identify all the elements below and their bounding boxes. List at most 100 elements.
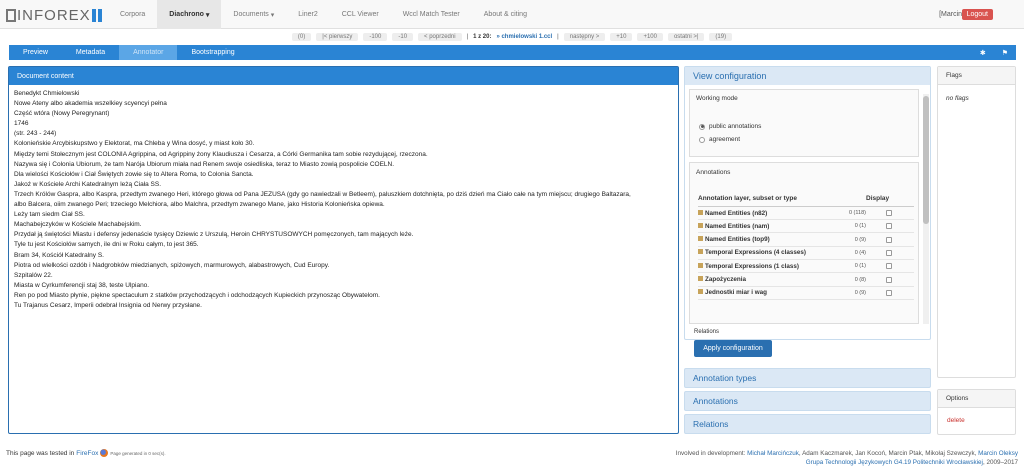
delete-link[interactable]: delete: [938, 408, 1015, 433]
nav-liner2[interactable]: Liner2: [286, 0, 329, 29]
expand-plus-icon[interactable]: [698, 289, 703, 295]
annotation-layer-label: Named Entities (n82): [698, 209, 838, 217]
apply-configuration-button[interactable]: Apply configuration: [694, 340, 772, 357]
display-checkbox[interactable]: [886, 263, 892, 270]
annotation-layer-row[interactable]: Named Entities (top9) 0 (9): [698, 234, 914, 247]
display-checkbox[interactable]: [886, 223, 892, 230]
document-line[interactable]: Kolonieńskie Arcybiskupstwo y Elektorat,…: [14, 139, 673, 149]
radio-icon[interactable]: [699, 136, 705, 143]
tab-metadata[interactable]: Metadata: [62, 45, 119, 60]
document-line[interactable]: Tyle tu jest Kościołów samych, ile dni w…: [14, 240, 673, 250]
document-line[interactable]: Dla wielości Kościołów i Ciał Świętych z…: [14, 170, 673, 180]
scrollbar-thumb[interactable]: [923, 96, 929, 224]
document-line[interactable]: Piotra od wielkości ozdób i Nadgrobków m…: [14, 261, 673, 271]
tested-text: This page was tested in: [6, 449, 75, 457]
display-checkbox[interactable]: [886, 210, 892, 216]
nav-about[interactable]: About & citing: [472, 0, 539, 29]
expand-plus-icon[interactable]: [698, 276, 703, 281]
tab-preview[interactable]: Preview: [9, 45, 62, 60]
annotation-layer-row[interactable]: Zapożyczenia 0 (8): [698, 274, 914, 287]
tab-bootstrapping[interactable]: Bootstrapping: [177, 45, 248, 60]
document-line[interactable]: Część wtóra (Nowy Peregrynant): [14, 109, 673, 119]
user-name[interactable]: [Marcin]: [939, 0, 964, 29]
annotation-layer-count: 0 (9): [854, 289, 866, 296]
pager-zero[interactable]: (0): [291, 33, 312, 41]
document-line[interactable]: Ren po pod Miasto płynie, piękne spectac…: [14, 291, 673, 301]
pager-minus-100[interactable]: -100: [363, 33, 388, 41]
dev-link-oleksy[interactable]: Marcin Oleksy: [978, 450, 1018, 457]
nav-documents[interactable]: Documents ▾: [221, 0, 286, 29]
annotation-layer-row[interactable]: Temporal Expressions (1 class) 0 (1): [698, 260, 914, 274]
pager-minus-10[interactable]: -10: [392, 33, 414, 41]
annotation-layer-name: Temporal Expressions (1 class): [705, 262, 800, 270]
group-link[interactable]: Grupa Technologii Językowych G4.19 Polit…: [806, 459, 983, 466]
years-text: , 2009–2017: [982, 459, 1018, 466]
agreement-option[interactable]: agreement: [699, 136, 740, 143]
document-line[interactable]: Machabejczyków w Kościele Machabejskim.: [14, 220, 673, 230]
display-checkbox[interactable]: [886, 236, 892, 243]
document-line[interactable]: Bram 34, Kościół Katedralny S.: [14, 251, 673, 261]
firefox-icon: [100, 449, 109, 457]
firefox-link[interactable]: FireFox: [76, 450, 98, 457]
expand-plus-icon[interactable]: [698, 249, 703, 255]
document-line[interactable]: Między temi Stołecznym jest COLONIA Agri…: [14, 150, 673, 160]
display-checkbox[interactable]: [886, 276, 892, 283]
document-line[interactable]: Nowe Ateny albo akademia wszelkiey scyen…: [14, 99, 673, 109]
document-text[interactable]: Benedykt Chmielowski Nowe Ateny albo akad…: [9, 85, 678, 315]
expand-plus-icon[interactable]: [698, 209, 703, 215]
annotations-title: Annotations: [696, 168, 731, 176]
tab-annotator[interactable]: Annotator: [119, 45, 178, 60]
pager-sep: |: [557, 34, 559, 40]
settings-gear-icon[interactable]: ✱: [980, 49, 986, 57]
expand-plus-icon[interactable]: [698, 262, 703, 268]
logout-button[interactable]: Logout: [961, 9, 993, 20]
annotation-types-section[interactable]: Annotation types: [684, 368, 931, 388]
annotation-layer-row[interactable]: Temporal Expressions (4 classes) 0 (4): [698, 247, 914, 260]
document-line[interactable]: Przydał ją świętości Miastu i defensy je…: [14, 230, 673, 240]
nav-wccl-match-tester[interactable]: Wccl Match Tester: [391, 0, 472, 29]
display-checkbox[interactable]: [886, 289, 892, 296]
annotation-layer-name: Named Entities (top9): [705, 236, 770, 244]
nav-corpora[interactable]: Corpora: [108, 0, 157, 29]
document-line[interactable]: (str. 243 - 244): [14, 129, 673, 139]
pager-plus-10[interactable]: +10: [610, 33, 633, 41]
pager-current-file[interactable]: » chmielowski 1.ccl: [496, 34, 552, 40]
pager-prev[interactable]: < poprzedni: [418, 33, 462, 41]
col-layer: Annotation layer, subset or type: [698, 195, 797, 202]
view-configuration-title[interactable]: View configuration: [685, 67, 930, 85]
annotation-layer-count: 0 (4): [854, 249, 866, 256]
public-annotations-option[interactable]: public annotations: [699, 123, 761, 130]
pager-first[interactable]: |< pierwszy: [316, 33, 359, 41]
radio-selected-icon[interactable]: [699, 123, 705, 130]
document-line[interactable]: Leży tam siedm Ciał SS.: [14, 210, 673, 220]
annotation-layer-row[interactable]: Named Entities (nam) 0 (1): [698, 220, 914, 234]
document-line[interactable]: Tu Trajanus Cesarz, Imperii odebrał Insi…: [14, 301, 673, 311]
view-config-scrollbar[interactable]: [923, 94, 929, 324]
display-checkbox[interactable]: [886, 249, 892, 256]
document-line[interactable]: Jakoż w Kościele Archi Katedralnym leżą …: [14, 180, 673, 190]
document-line[interactable]: albo Balcera, oiim zwanego Peri; trzecie…: [14, 200, 673, 210]
pager-plus-100[interactable]: +100: [637, 33, 663, 41]
relations-section[interactable]: Relations: [684, 414, 931, 434]
document-line[interactable]: Nazywa się i Colonia Ubiorum, że tam Nar…: [14, 160, 673, 170]
col-display: Display: [866, 195, 890, 202]
pager-next[interactable]: następny >: [563, 33, 606, 41]
pager-last[interactable]: ostatni >|: [667, 33, 705, 41]
document-line[interactable]: Miasta w Cyrkumferencji staj 38, teste U…: [14, 281, 673, 291]
document-line[interactable]: Trzech Królów Gaspra, albo Kaspra, przed…: [14, 190, 673, 200]
dev-link-marcinczuk[interactable]: Michał Marcińczuk: [747, 450, 799, 457]
nav-ccl-viewer[interactable]: CCL Viewer: [330, 0, 391, 29]
annotation-layer-row[interactable]: Named Entities (n82) 0 (118): [698, 207, 914, 220]
annotations-section[interactable]: Annotations: [684, 391, 931, 411]
annotation-layer-row[interactable]: Jednostki miar i wag 0 (9): [698, 287, 914, 300]
expand-plus-icon[interactable]: [698, 222, 703, 228]
document-line[interactable]: 1746: [14, 119, 673, 129]
footer-left: This page was tested in FireFox Page gen…: [6, 449, 166, 457]
expand-plus-icon[interactable]: [698, 236, 703, 242]
document-line[interactable]: Szpitalów 22.: [14, 271, 673, 281]
inforex-logo[interactable]: INFOREX: [6, 7, 103, 24]
pager-total[interactable]: (19): [709, 33, 733, 41]
flag-icon[interactable]: ⚑: [1002, 49, 1008, 57]
nav-diachrono[interactable]: Diachrono ▾: [157, 0, 222, 29]
document-line[interactable]: Benedykt Chmielowski: [14, 89, 673, 99]
